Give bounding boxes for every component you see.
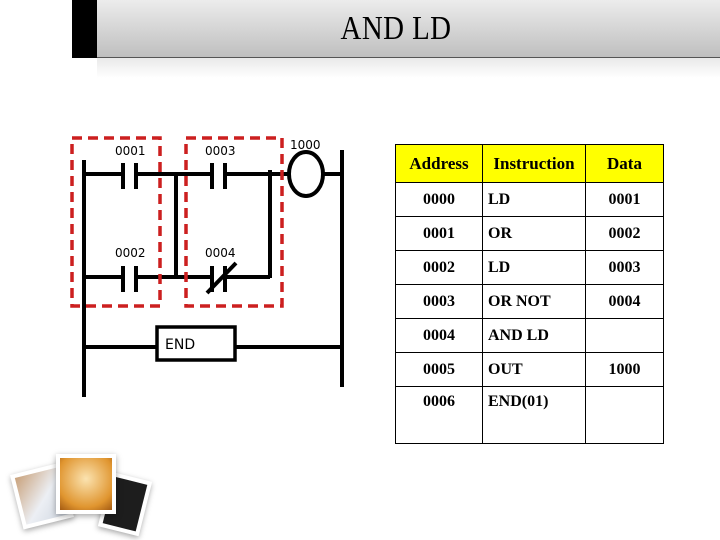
instruction-table: Address Instruction Data 0000 LD 0001 0001… [395, 144, 664, 444]
cell-data: 0003 [585, 250, 664, 285]
table-row: 0003 OR NOT 0004 [395, 284, 664, 319]
label-coil: 1000 [290, 138, 321, 152]
cell-address: 0006 [395, 386, 483, 444]
header-instruction: Instruction [482, 144, 586, 183]
cell-instruction: END(01) [482, 386, 586, 444]
cell-data: 0004 [585, 284, 664, 319]
table-row: 0006 END(01) [395, 386, 664, 444]
cell-instruction: OR [482, 216, 586, 251]
cell-data [585, 386, 664, 444]
cell-address: 0001 [395, 216, 483, 251]
cell-instruction: LD [482, 182, 586, 217]
cell-instruction: LD [482, 250, 586, 285]
cell-data: 1000 [585, 352, 664, 387]
highlight-block-2 [184, 136, 284, 308]
header-data: Data [585, 144, 664, 183]
table-row: 0004 AND LD [395, 318, 664, 353]
coil-1000 [287, 150, 325, 198]
table-row: 0005 OUT 1000 [395, 352, 664, 387]
label-0004: 0004 [205, 246, 236, 260]
cell-instruction: OR NOT [482, 284, 586, 319]
cell-instruction: AND LD [482, 318, 586, 353]
contact-0001 [121, 163, 138, 189]
cell-instruction: OUT [482, 352, 586, 387]
cell-address: 0005 [395, 352, 483, 387]
table-row: 0002 LD 0003 [395, 250, 664, 285]
cell-address: 0002 [395, 250, 483, 285]
label-end: END [165, 337, 195, 353]
photo-globe [56, 454, 116, 514]
cell-data [585, 318, 664, 353]
cell-address: 0000 [395, 182, 483, 217]
table-header: Address Instruction Data [395, 144, 664, 183]
table-row: 0000 LD 0001 [395, 182, 664, 217]
cell-address: 0003 [395, 284, 483, 319]
label-0001: 0001 [115, 144, 146, 158]
cell-data: 0002 [585, 216, 664, 251]
table-row: 0001 OR 0002 [395, 216, 664, 251]
label-0003: 0003 [205, 144, 236, 158]
decorative-photo-stack [0, 430, 200, 540]
cell-address: 0004 [395, 318, 483, 353]
header-address: Address [395, 144, 483, 183]
label-0002: 0002 [115, 246, 146, 260]
contact-0002 [121, 266, 138, 292]
cell-data: 0001 [585, 182, 664, 217]
contact-0003 [210, 163, 227, 189]
